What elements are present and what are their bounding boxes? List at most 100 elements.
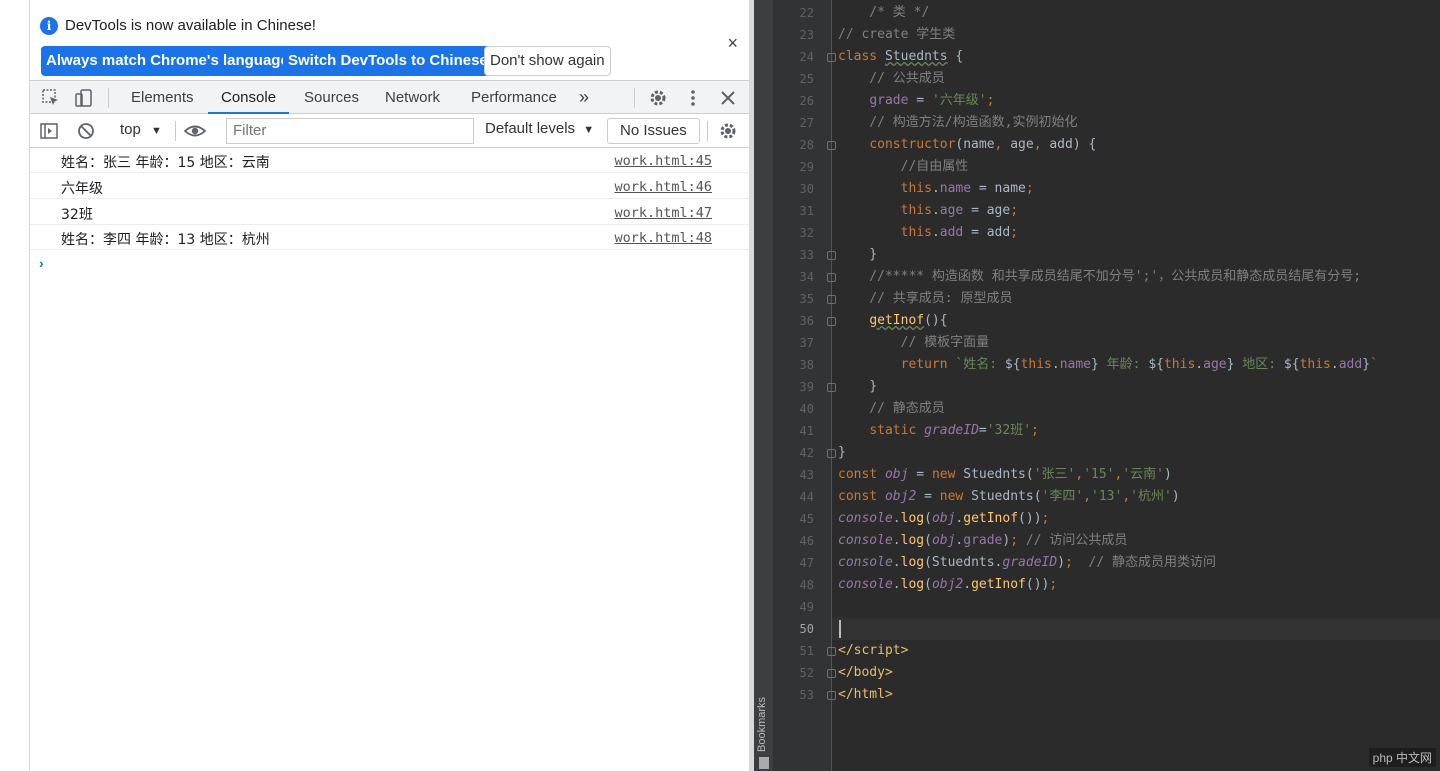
clear-console-icon[interactable]	[76, 121, 96, 141]
code-line-40[interactable]: // 静态成员	[838, 398, 1438, 420]
line-number: 42	[799, 446, 814, 460]
code-line-30[interactable]: this.name = name;	[838, 178, 1438, 200]
live-expression-eye-icon[interactable]	[183, 121, 207, 141]
console-message: 姓名：张三 年龄：15 地区：云南 work.html:45	[30, 148, 749, 173]
code-line-22[interactable]: /* 类 */	[838, 2, 1438, 24]
inspect-element-icon[interactable]	[41, 88, 61, 108]
context-label: top	[120, 121, 141, 138]
code-line-38[interactable]: return `姓名: ${this.name} 年龄: ${this.age}…	[838, 354, 1438, 376]
code-line-41[interactable]: static gradeID='32班';	[838, 420, 1438, 442]
tab-console[interactable]: Console	[208, 81, 290, 114]
separator	[175, 121, 176, 141]
line-number: 31	[799, 204, 814, 218]
line-number: 28	[799, 138, 814, 152]
tab-elements[interactable]: Elements	[131, 81, 194, 114]
code-line-29[interactable]: //自由属性	[838, 156, 1438, 178]
device-toolbar-icon[interactable]	[74, 88, 94, 108]
more-options-icon[interactable]	[683, 88, 703, 108]
line-number: 45	[799, 512, 814, 526]
code-line-23[interactable]: // create 学生类	[838, 24, 1438, 46]
code-line-32[interactable]: this.add = add;	[838, 222, 1438, 244]
code-line-28[interactable]: constructor(name, age, add) {	[838, 134, 1438, 156]
tab-network[interactable]: Network	[385, 81, 440, 114]
line-number: 27	[799, 116, 814, 130]
code-line-35[interactable]: // 共享成员: 原型成员	[838, 288, 1438, 310]
issues-button[interactable]: No Issues	[607, 118, 700, 144]
code-line-24[interactable]: class Stuednts {	[838, 46, 1438, 68]
log-levels-label: Default levels	[485, 120, 576, 137]
line-number: 35	[799, 292, 814, 306]
line-number: 50	[799, 622, 814, 636]
line-number: 32	[799, 226, 814, 240]
code-line-31[interactable]: this.age = age;	[838, 200, 1438, 222]
watermark-logo: php 中文网	[1368, 748, 1436, 767]
line-number: 22	[799, 6, 814, 20]
line-number: 37	[799, 336, 814, 350]
fold-marker-icon[interactable]	[827, 669, 836, 678]
code-line-51[interactable]: </script>	[838, 640, 1438, 662]
line-number: 29	[799, 160, 814, 174]
code-line-37[interactable]: // 模板字面量	[838, 332, 1438, 354]
tab-sources[interactable]: Sources	[304, 81, 359, 114]
settings-gear-icon[interactable]	[648, 88, 668, 108]
source-link[interactable]: work.html:45	[614, 153, 712, 169]
fold-marker-icon[interactable]	[827, 647, 836, 656]
code-line-36[interactable]: getInof(){	[838, 310, 1438, 332]
code-line-33[interactable]: }	[838, 244, 1438, 266]
line-number: 41	[799, 424, 814, 438]
log-levels-dropdown[interactable]: Default levels ▼	[485, 120, 594, 137]
close-icon[interactable]: ×	[727, 33, 738, 54]
code-line-42[interactable]: }	[838, 442, 1438, 464]
source-link[interactable]: work.html:46	[614, 179, 712, 195]
code-line-47[interactable]: console.log(Stuednts.gradeID); // 静态成员用类…	[838, 552, 1438, 574]
devtools-tab-bar: Elements Console Sources Network Perform…	[30, 80, 749, 114]
line-number: 49	[799, 600, 814, 614]
fold-marker-icon[interactable]	[827, 53, 836, 62]
code-line-45[interactable]: console.log(obj.getInof());	[838, 508, 1438, 530]
fold-marker-icon[interactable]	[827, 273, 836, 282]
line-number: 46	[799, 534, 814, 548]
source-link[interactable]: work.html:48	[614, 230, 712, 246]
devtools-panel: i DevTools is now available in Chinese! …	[30, 0, 749, 771]
close-devtools-icon[interactable]	[718, 88, 738, 108]
console-message: 姓名：李四 年龄：13 地区：杭州 work.html:48	[30, 225, 749, 250]
current-line-highlight	[832, 618, 1440, 640]
code-line-43[interactable]: const obj = new Stuednts('张三','15','云南')	[838, 464, 1438, 486]
code-line-25[interactable]: // 公共成员	[838, 68, 1438, 90]
code-line-52[interactable]: </body>	[838, 662, 1438, 684]
tab-performance[interactable]: Performance	[471, 81, 557, 114]
fold-marker-icon[interactable]	[827, 141, 836, 150]
switch-to-chinese-button[interactable]: Switch DevTools to Chinese	[283, 46, 493, 76]
bookmarks-tool-strip[interactable]: Bookmarks	[754, 0, 774, 771]
console-prompt-chevron-icon[interactable]: ›	[39, 255, 44, 271]
console-message-text: 32班	[61, 207, 93, 223]
fold-marker-icon[interactable]	[827, 317, 836, 326]
line-number: 24	[799, 50, 814, 64]
code-line-26[interactable]: grade = '六年级';	[838, 90, 1438, 112]
fold-marker-icon[interactable]	[827, 691, 836, 700]
code-line-34[interactable]: //***** 构造函数 和共享成员结尾不加分号';'，公共成员和静态成员结尾有…	[838, 266, 1438, 288]
dont-show-again-button[interactable]: Don't show again	[484, 46, 611, 76]
code-line-48[interactable]: console.log(obj2.getInof());	[838, 574, 1438, 596]
source-link[interactable]: work.html:47	[614, 205, 712, 221]
code-line-46[interactable]: console.log(obj.grade); // 访问公共成员	[838, 530, 1438, 552]
code-editor: Bookmarks 22 23 24 25 26 27 28 29 30 31 32 33 34 35 36…	[754, 0, 1440, 771]
chevron-down-icon: ▼	[583, 124, 595, 136]
fold-marker-icon[interactable]	[827, 449, 836, 458]
code-line-27[interactable]: // 构造方法/构造函数,实例初始化	[838, 112, 1438, 134]
more-tabs-icon[interactable]: »	[579, 81, 589, 114]
fold-marker-icon[interactable]	[827, 383, 836, 392]
filter-input[interactable]: Filter	[226, 118, 474, 144]
info-icon: i	[40, 17, 58, 35]
code-line-53[interactable]: </html>	[838, 684, 1438, 706]
console-settings-gear-icon[interactable]	[718, 121, 738, 141]
code-line-44[interactable]: const obj2 = new Stuednts('李四','13','杭州'…	[838, 486, 1438, 508]
code-line-39[interactable]: }	[838, 376, 1438, 398]
line-number: 23	[799, 28, 814, 42]
fold-marker-icon[interactable]	[827, 251, 836, 260]
sidebar-toggle-icon[interactable]	[39, 121, 59, 141]
separator	[108, 88, 109, 108]
always-match-language-button[interactable]: Always match Chrome's language	[41, 46, 294, 76]
context-selector[interactable]: top ▼	[120, 121, 162, 138]
fold-marker-icon[interactable]	[827, 295, 836, 304]
